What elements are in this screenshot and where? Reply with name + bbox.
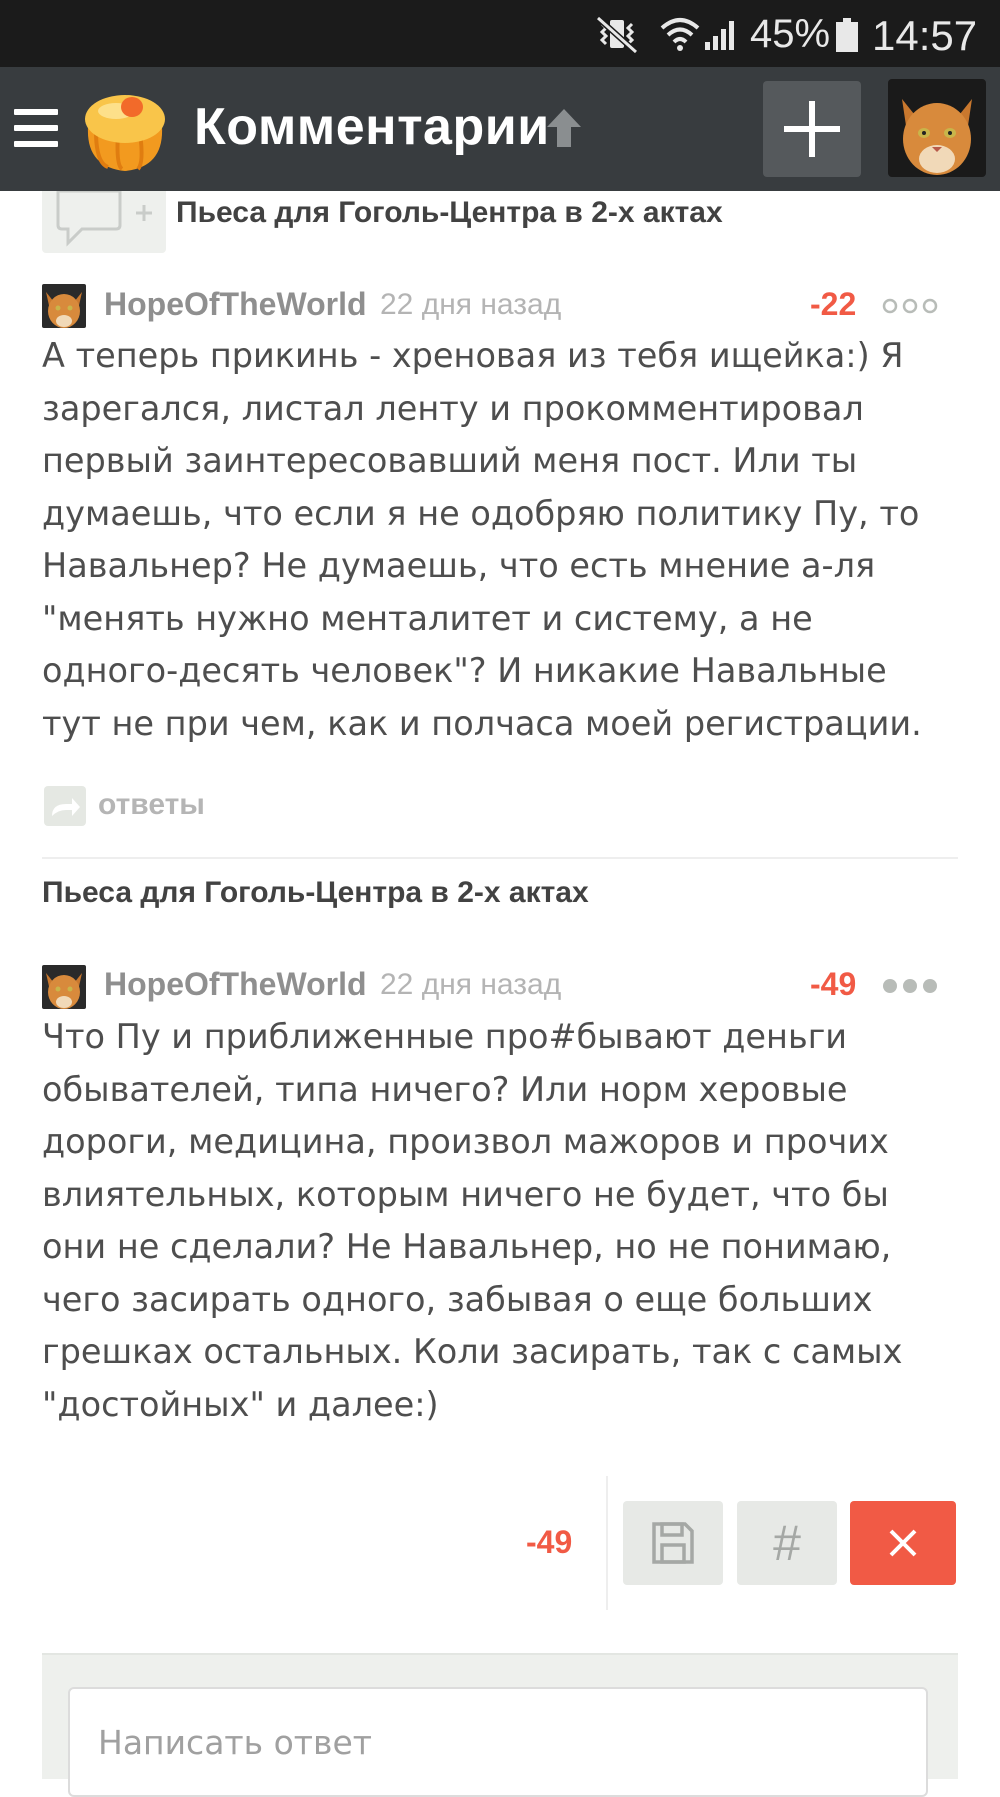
save-icon xyxy=(652,1522,694,1564)
add-icon[interactable] xyxy=(763,81,861,177)
reply-area xyxy=(42,1653,958,1797)
user-avatar[interactable] xyxy=(888,79,986,177)
avatar[interactable] xyxy=(42,284,86,328)
comment-add-button[interactable] xyxy=(42,191,166,253)
replies-icon[interactable] xyxy=(44,786,86,826)
link-button[interactable]: # xyxy=(737,1501,837,1585)
comment-author[interactable]: HopeOfTheWorld xyxy=(104,966,367,1003)
close-button[interactable] xyxy=(850,1501,956,1585)
comment-time: 22 дня назад xyxy=(380,288,562,321)
app-logo[interactable] xyxy=(78,87,172,173)
battery-percent: 45% xyxy=(750,12,831,56)
clock: 14:57 xyxy=(872,12,978,59)
comment-bubble-icon xyxy=(56,191,122,247)
post-title-link[interactable]: Пьеса для Гоголь-Центра в 2-х актах xyxy=(42,876,589,910)
comment-text: А теперь прикинь - хреновая из тебя ищей… xyxy=(42,336,922,743)
divider xyxy=(42,857,958,859)
mute-vibrate-icon xyxy=(595,15,639,54)
plus-icon xyxy=(136,205,152,221)
comment-time: 22 дня назад xyxy=(380,968,562,1001)
avatar[interactable] xyxy=(42,965,86,1009)
page-title: Комментарии xyxy=(194,98,550,156)
battery-icon xyxy=(836,18,858,52)
divider xyxy=(606,1476,608,1610)
close-icon xyxy=(889,1529,917,1557)
post-title-link[interactable]: Пьеса для Гоголь-Центра в 2-х актах xyxy=(176,196,723,230)
menu-icon[interactable] xyxy=(14,109,58,147)
signal-icon xyxy=(705,21,734,50)
replies-link[interactable]: ответы xyxy=(98,788,205,822)
more-options-icon[interactable] xyxy=(882,296,938,316)
scroll-up-arrow-icon[interactable] xyxy=(543,107,585,149)
comment-rating: -22 xyxy=(810,286,857,322)
comment-author[interactable]: HopeOfTheWorld xyxy=(104,286,367,323)
reply-input[interactable] xyxy=(68,1687,928,1797)
wifi-icon xyxy=(660,18,700,51)
comment-text: Что Пу и приближенные про#бывают деньги … xyxy=(42,1017,903,1424)
app-toolbar: Комментарии xyxy=(0,67,1000,191)
comment-rating: -49 xyxy=(810,966,857,1002)
comment-rating: -49 xyxy=(526,1524,573,1560)
more-options-icon[interactable] xyxy=(882,976,938,996)
status-bar: 45% 14:57 xyxy=(0,0,1000,67)
save-button[interactable] xyxy=(623,1501,723,1585)
